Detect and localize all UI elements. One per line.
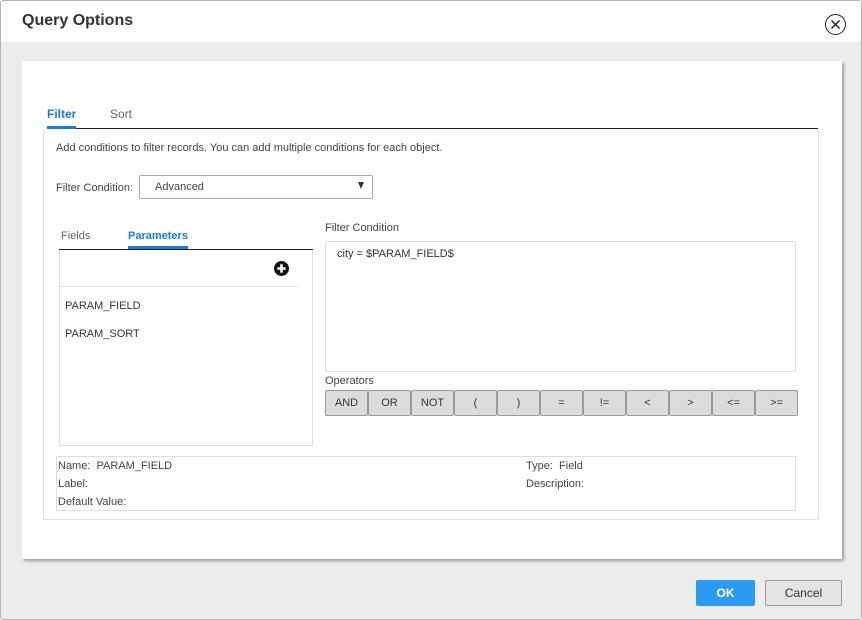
add-parameter-icon[interactable] bbox=[274, 261, 289, 276]
detail-type-value: Field bbox=[559, 460, 583, 472]
operator-equals-button[interactable]: = bbox=[540, 390, 583, 416]
filter-condition-label: Filter Condition: bbox=[56, 182, 134, 194]
dialog-content-panel: Filter Sort Add conditions to filter rec… bbox=[22, 61, 842, 559]
tab-filter[interactable]: Filter bbox=[47, 107, 77, 129]
subtab-parameters[interactable]: Parameters bbox=[128, 230, 188, 249]
dropdown-arrow-icon bbox=[358, 182, 364, 189]
dialog-title: Query Options bbox=[22, 12, 134, 29]
operator-greater-equal-button[interactable]: >= bbox=[755, 390, 798, 416]
help-text: Add conditions to filter records. You ca… bbox=[56, 142, 443, 154]
dialog-header: Query Options bbox=[1, 1, 861, 42]
parameters-list-panel: PARAM_FIELD PARAM_SORT bbox=[59, 250, 313, 446]
filter-condition-value: Advanced bbox=[155, 181, 204, 193]
detail-type: Type: Field bbox=[526, 460, 583, 472]
filter-tab-body: Add conditions to filter records. You ca… bbox=[43, 129, 819, 520]
operator-greater-than-button[interactable]: > bbox=[669, 390, 712, 416]
parameter-item-param-sort[interactable]: PARAM_SORT bbox=[65, 328, 140, 340]
operator-less-than-button[interactable]: < bbox=[626, 390, 669, 416]
detail-label: Label: bbox=[58, 478, 91, 490]
operators-bar: AND OR NOT ( ) = != < > <= >= bbox=[325, 390, 798, 416]
filter-condition-editor-label: Filter Condition bbox=[325, 222, 399, 234]
detail-description: Description: bbox=[526, 478, 587, 490]
parameter-item-param-field[interactable]: PARAM_FIELD bbox=[65, 300, 141, 312]
close-icon bbox=[830, 19, 841, 30]
operator-open-paren-button[interactable]: ( bbox=[454, 390, 497, 416]
main-tabs: Filter Sort bbox=[47, 105, 818, 129]
query-options-dialog: Query Options Filter Sort Add conditions… bbox=[0, 0, 862, 620]
operator-and-button[interactable]: AND bbox=[325, 390, 368, 416]
operator-not-equals-button[interactable]: != bbox=[583, 390, 626, 416]
detail-description-label: Description: bbox=[526, 478, 585, 490]
parameter-details: Name: PARAM_FIELD Label: Default Value: … bbox=[56, 456, 796, 511]
close-button[interactable] bbox=[825, 14, 846, 35]
subtab-fields[interactable]: Fields bbox=[61, 230, 90, 242]
ok-button[interactable]: OK bbox=[696, 580, 755, 606]
operator-close-paren-button[interactable]: ) bbox=[497, 390, 540, 416]
operators-label: Operators bbox=[325, 375, 374, 387]
filter-condition-editor[interactable]: city = $PARAM_FIELD$ bbox=[325, 241, 796, 372]
operator-less-equal-button[interactable]: <= bbox=[712, 390, 755, 416]
parameters-toolbar bbox=[60, 250, 299, 287]
field-param-tabs: Fields Parameters bbox=[59, 223, 313, 250]
detail-name-label: Name: bbox=[58, 460, 91, 472]
detail-label-label: Label: bbox=[58, 478, 88, 490]
tab-sort[interactable]: Sort bbox=[110, 107, 132, 121]
detail-default-label: Default Value: bbox=[58, 496, 127, 508]
operator-or-button[interactable]: OR bbox=[368, 390, 411, 416]
filter-condition-select[interactable]: Advanced bbox=[139, 175, 373, 199]
operator-not-button[interactable]: NOT bbox=[411, 390, 454, 416]
detail-name-value: PARAM_FIELD bbox=[96, 460, 173, 472]
cancel-button[interactable]: Cancel bbox=[765, 580, 842, 606]
detail-type-label: Type: bbox=[526, 460, 553, 472]
detail-name: Name: PARAM_FIELD bbox=[58, 460, 172, 472]
detail-default-value: Default Value: bbox=[58, 496, 129, 508]
